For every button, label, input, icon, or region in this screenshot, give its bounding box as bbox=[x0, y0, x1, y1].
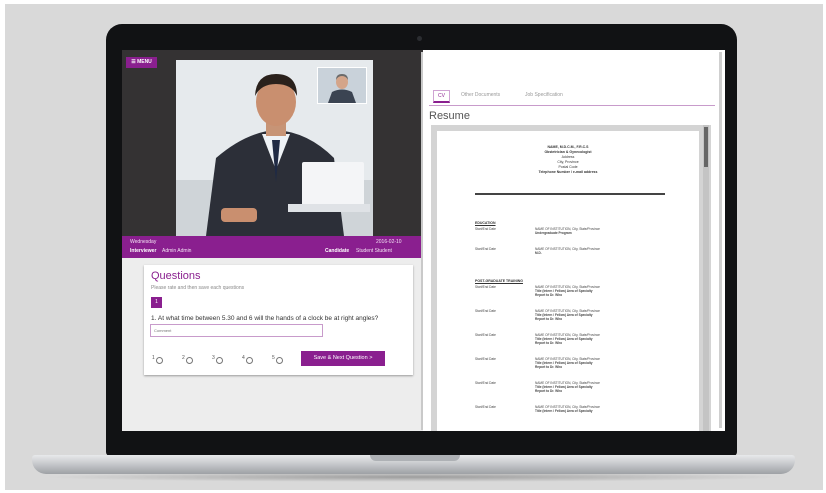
resume-divider bbox=[475, 193, 665, 195]
interview-info-bar: Wednesday 2016-02-10 Interviewer Admin A… bbox=[122, 236, 423, 258]
radio-circle-icon bbox=[245, 356, 253, 364]
webcam-dot bbox=[417, 36, 422, 41]
resume-entry-line: Report to Dr. Who bbox=[535, 389, 563, 393]
resume-entry-line: Report to Dr. Who bbox=[535, 365, 563, 369]
rating-label: 5 bbox=[272, 355, 275, 361]
radio-circle-icon bbox=[215, 356, 223, 364]
candidate-name: Student Student bbox=[356, 248, 392, 254]
interviewer-name: Admin Admin bbox=[162, 248, 192, 254]
rating-option-3[interactable]: 3 bbox=[212, 355, 223, 364]
hamburger-icon: ☰ bbox=[131, 59, 136, 65]
document-scrollbar[interactable] bbox=[703, 125, 709, 431]
resume-entry-date: Start/End Date bbox=[475, 381, 496, 385]
page-scrollbar[interactable] bbox=[719, 52, 722, 428]
comment-input[interactable] bbox=[150, 324, 323, 337]
resume-heading: Resume bbox=[429, 110, 470, 122]
app-screen: ☰ MENU Wednesday 2016-02-10 Interviewer … bbox=[122, 50, 725, 431]
interview-pane: ☰ MENU Wednesday 2016-02-10 Interviewer … bbox=[122, 50, 423, 431]
rating-label: 3 bbox=[212, 355, 215, 361]
rating-label: 1 bbox=[152, 355, 155, 361]
documents-pane: CV Other Documents Job Specification Res… bbox=[423, 50, 725, 431]
rating-option-5[interactable]: 5 bbox=[272, 355, 283, 364]
resume-entry-date: Start/End Date bbox=[475, 227, 496, 231]
document-scrollbar-thumb[interactable] bbox=[704, 127, 708, 167]
resume-entry-date: Start/End Date bbox=[475, 247, 496, 251]
rating-option-4[interactable]: 4 bbox=[242, 355, 253, 364]
self-view-video bbox=[317, 67, 367, 104]
resume-section-title: POST-GRADUATE TRAINING bbox=[475, 279, 523, 283]
menu-label: MENU bbox=[137, 59, 152, 65]
candidate-label: Candidate bbox=[325, 248, 350, 254]
questions-instructions: Please rate and then save each questions bbox=[151, 285, 245, 291]
tab-job-specification[interactable]: Job Specification bbox=[521, 90, 567, 100]
question-text: 1. At what time between 5.30 and 6 will … bbox=[151, 315, 379, 322]
interviewer-label: Interviewer bbox=[130, 248, 157, 254]
save-next-question-button[interactable]: Save & Next Question > bbox=[301, 351, 385, 366]
tab-other-documents[interactable]: Other Documents bbox=[457, 90, 504, 100]
rating-label: 2 bbox=[182, 355, 185, 361]
resume-entry-date: Start/End Date bbox=[475, 309, 496, 313]
radio-circle-icon bbox=[275, 356, 283, 364]
candidate-video bbox=[176, 60, 373, 236]
resume-section-title: EDUCATION bbox=[475, 221, 496, 225]
tab-cv[interactable]: CV bbox=[433, 90, 450, 103]
resume-contact: Telephone Number / e-mail address bbox=[538, 170, 598, 174]
interview-day: Wednesday bbox=[130, 239, 157, 245]
radio-circle-icon bbox=[155, 356, 163, 364]
resume-header: NAME, M.D.C.M., F.R.C.S Obstetrician & G… bbox=[437, 145, 699, 175]
resume-entry-date: Start/End Date bbox=[475, 285, 496, 289]
resume-entry-line: Undergraduate Program bbox=[535, 231, 572, 235]
resume-entry-line: Report to Dr. Who bbox=[535, 317, 563, 321]
questions-title: Questions bbox=[151, 270, 201, 282]
resume-entry-line: Report to Dr. Who bbox=[535, 293, 563, 297]
laptop-hinge-notch bbox=[370, 455, 460, 461]
rating-label: 4 bbox=[242, 355, 245, 361]
resume-entry-line: M.D. bbox=[535, 251, 542, 255]
question-number-badge[interactable]: 1 bbox=[151, 297, 162, 308]
resume-entry-date: Start/End Date bbox=[475, 357, 496, 361]
resume-entry-line: Report to Dr. Who bbox=[535, 341, 563, 345]
rating-option-1[interactable]: 1 bbox=[152, 355, 163, 364]
rating-option-2[interactable]: 2 bbox=[182, 355, 193, 364]
menu-button[interactable]: ☰ MENU bbox=[126, 57, 157, 68]
interview-date: 2016-02-10 bbox=[376, 239, 402, 245]
resume-document-viewer: NAME, M.D.C.M., F.R.C.S Obstetrician & G… bbox=[431, 125, 711, 431]
tab-underline bbox=[429, 105, 715, 106]
radio-circle-icon bbox=[185, 356, 193, 364]
resume-page: NAME, M.D.C.M., F.R.C.S Obstetrician & G… bbox=[437, 131, 699, 431]
resume-entry-date: Start/End Date bbox=[475, 333, 496, 337]
video-call-area: ☰ MENU bbox=[122, 50, 423, 236]
questions-card: Questions Please rate and then save each… bbox=[144, 265, 413, 375]
resume-entry-date: Start/End Date bbox=[475, 405, 496, 409]
interviewer-image bbox=[318, 68, 366, 103]
resume-entry-line: Title (Intern / Fellow) Area of Specialt… bbox=[535, 409, 593, 413]
